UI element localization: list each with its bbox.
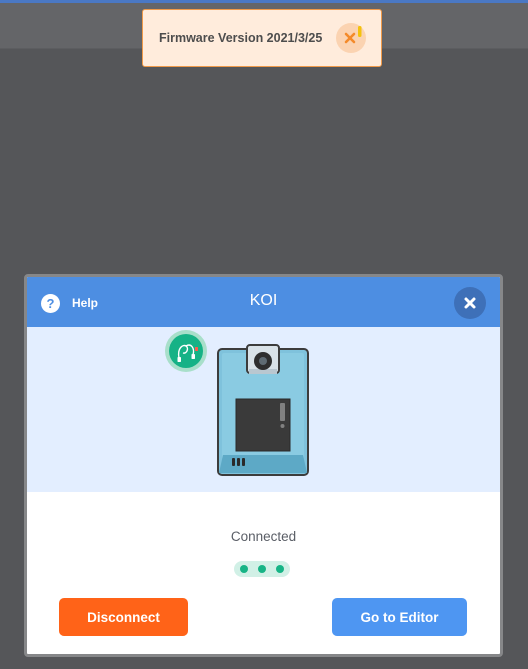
- close-icon: [464, 297, 476, 309]
- go-to-editor-button[interactable]: Go to Editor: [332, 598, 467, 636]
- firmware-toast: Firmware Version 2021/3/25: [142, 9, 382, 67]
- toast-message: Firmware Version 2021/3/25: [159, 31, 323, 45]
- connection-dialog: ? Help KOI Connected Disconnect Go to Ed…: [24, 274, 503, 657]
- close-icon: [344, 26, 362, 44]
- toast-close-button[interactable]: [336, 23, 366, 53]
- koi-device-icon: [217, 344, 309, 476]
- dialog-close-button[interactable]: [454, 287, 486, 319]
- connection-status: Connected: [230, 529, 297, 544]
- indicator-dot: [240, 565, 248, 573]
- cable-icon: [177, 344, 198, 362]
- disconnect-button[interactable]: Disconnect: [59, 598, 188, 636]
- dialog-title: KOI: [249, 292, 278, 309]
- indicator-dot: [258, 565, 266, 573]
- device-panel: [27, 327, 500, 492]
- indicator-dot: [276, 565, 284, 573]
- dialog-header: ? Help KOI: [27, 277, 500, 327]
- cable-badge: [165, 330, 207, 372]
- connection-indicator: [234, 561, 290, 577]
